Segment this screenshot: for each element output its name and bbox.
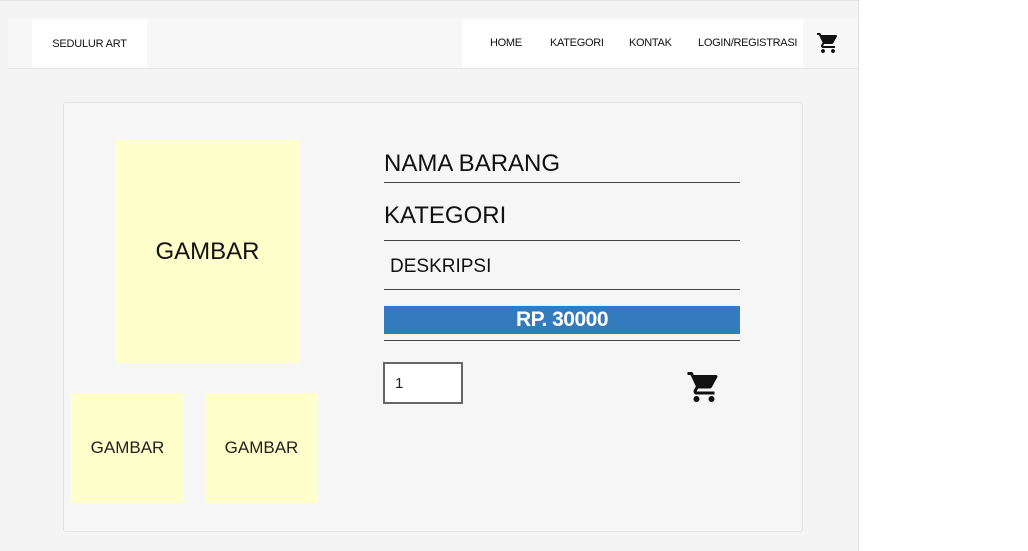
thumbnail-image-1[interactable]: GAMBAR — [71, 393, 184, 503]
nav-link-kontak[interactable]: KONTAK — [629, 37, 672, 49]
divider — [384, 289, 740, 290]
divider — [384, 182, 740, 183]
divider — [384, 240, 740, 241]
product-category: KATEGORI — [384, 202, 507, 229]
main-product-image: GAMBAR — [115, 140, 300, 363]
quantity-input[interactable] — [383, 362, 463, 404]
price-bar: RP. 30000 — [384, 306, 740, 334]
product-name: NAMA BARANG — [384, 150, 561, 177]
divider — [384, 340, 740, 341]
brand-logo[interactable]: SEDULUR ART — [32, 20, 147, 68]
thumbnail-image-2[interactable]: GAMBAR — [205, 393, 318, 503]
nav-link-home[interactable]: HOME — [490, 37, 522, 49]
shopping-cart-icon[interactable] — [816, 31, 840, 55]
nav-link-kategori[interactable]: KATEGORI — [550, 37, 604, 49]
add-to-cart-icon[interactable] — [686, 369, 722, 405]
nav-link-login-registrasi[interactable]: LOGIN/REGISTRASI — [698, 37, 797, 49]
navbar: SEDULUR ART HOME KATEGORI KONTAK LOGIN/R… — [8, 18, 858, 69]
nav-links: HOME KATEGORI KONTAK LOGIN/REGISTRASI — [462, 20, 803, 68]
product-description: DESKRIPSI — [390, 256, 492, 277]
